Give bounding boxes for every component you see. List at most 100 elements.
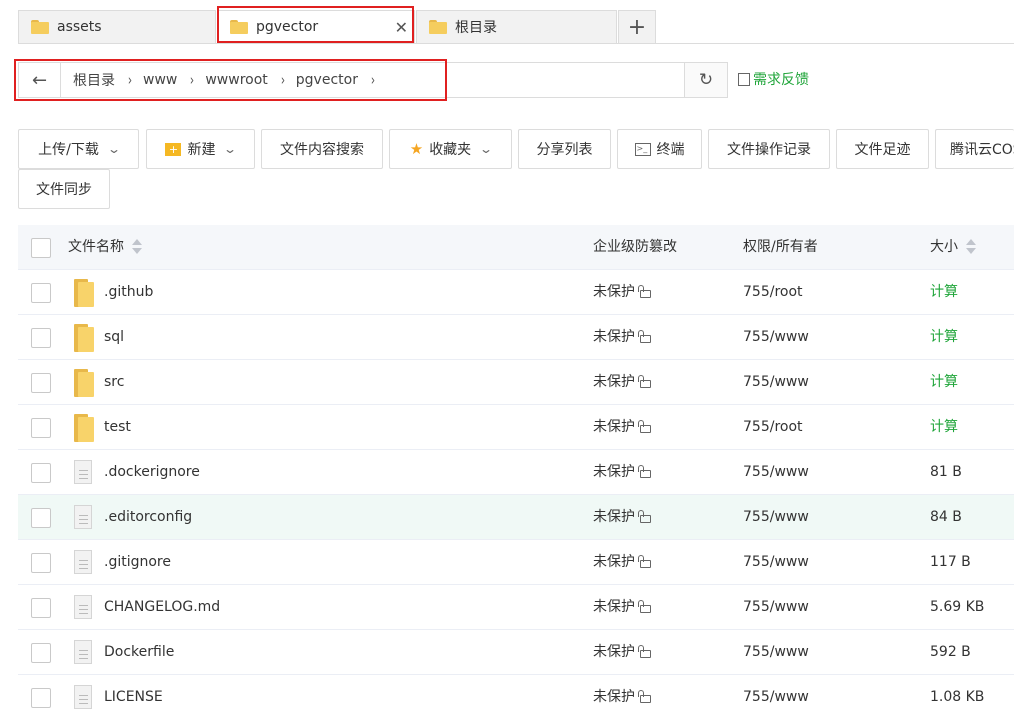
table-row[interactable]: src 未保护 755/www 计算 — [18, 360, 1014, 405]
row-checkbox[interactable] — [31, 508, 51, 528]
permission-owner[interactable]: 755/www — [743, 315, 809, 360]
file-size: 5.69 KB — [930, 599, 985, 615]
row-checkbox[interactable] — [31, 328, 51, 348]
permission-owner[interactable]: 755/root — [743, 270, 803, 315]
tamper-status[interactable]: 未保护 — [593, 450, 652, 495]
permission-owner[interactable]: 755/www — [743, 495, 809, 540]
tamper-status[interactable]: 未保护 — [593, 495, 652, 540]
file-size: 592 B — [930, 644, 971, 660]
breadcrumb-pgvector[interactable]: pgvector › — [286, 71, 376, 89]
tamper-status[interactable]: 未保护 — [593, 585, 652, 630]
row-checkbox[interactable] — [31, 283, 51, 303]
tamper-status[interactable]: 未保护 — [593, 270, 652, 315]
permission-owner[interactable]: 755/www — [743, 630, 809, 675]
permission-owner[interactable]: 755/www — [743, 585, 809, 630]
breadcrumb-www[interactable]: www › — [133, 71, 195, 89]
tab-assets[interactable]: assets — [18, 10, 216, 43]
permission-owner[interactable]: 755/www — [743, 360, 809, 405]
tamper-status[interactable]: 未保护 — [593, 630, 652, 675]
file-name[interactable]: .gitignore — [104, 540, 171, 585]
breadcrumb-root[interactable]: 根目录 › — [63, 70, 133, 90]
row-checkbox[interactable] — [31, 373, 51, 393]
refresh-button[interactable]: ↻ — [684, 62, 728, 98]
tamper-label: 未保护 — [593, 284, 635, 300]
column-header-size[interactable]: 大小 — [930, 225, 976, 270]
row-checkbox[interactable] — [31, 598, 51, 618]
file-name[interactable]: sql — [104, 315, 124, 360]
file-name[interactable]: .dockerignore — [104, 450, 200, 495]
tab-pgvector[interactable]: pgvector ✕ — [217, 10, 415, 43]
table-row[interactable]: .github 未保护 755/root 计算 — [18, 270, 1014, 315]
permission-owner[interactable]: 755/www — [743, 675, 809, 709]
file-sync-button[interactable]: 文件同步 — [18, 169, 110, 209]
tamper-label: 未保护 — [593, 689, 635, 705]
tab-root[interactable]: 根目录 — [416, 10, 617, 43]
table-header: 文件名称 企业级防篡改 权限/所有者 大小 — [18, 225, 1014, 270]
table-row[interactable]: CHANGELOG.md 未保护 755/www 5.69 KB — [18, 585, 1014, 630]
table-row[interactable]: .gitignore 未保护 755/www 117 B — [18, 540, 1014, 585]
file-icon — [74, 685, 92, 709]
row-checkbox[interactable] — [31, 418, 51, 438]
calculate-size-link[interactable]: 计算 — [930, 405, 958, 450]
chevron-down-icon: ⌄ — [223, 142, 238, 156]
tamper-status[interactable]: 未保护 — [593, 315, 652, 360]
folder-icon — [74, 279, 94, 307]
add-tab-button[interactable]: + — [618, 10, 656, 43]
feedback-label: 需求反馈 — [753, 72, 809, 88]
button-label: 文件操作记录 — [727, 142, 811, 158]
table-row[interactable]: LICENSE 未保护 755/www 1.08 KB — [18, 675, 1014, 709]
file-size: 117 B — [930, 554, 971, 570]
row-checkbox[interactable] — [31, 463, 51, 483]
tamper-status[interactable]: 未保护 — [593, 360, 652, 405]
content-search-button[interactable]: 文件内容搜索 — [261, 129, 383, 169]
file-name[interactable]: .github — [104, 270, 153, 315]
file-name[interactable]: LICENSE — [104, 675, 163, 709]
sort-icon[interactable] — [966, 238, 976, 256]
table-row[interactable]: .dockerignore 未保护 755/www 81 B — [18, 450, 1014, 495]
table-row[interactable]: Dockerfile 未保护 755/www 592 B — [18, 630, 1014, 675]
tamper-status[interactable]: 未保护 — [593, 405, 652, 450]
tamper-status[interactable]: 未保护 — [593, 675, 652, 709]
select-all-checkbox[interactable] — [31, 238, 51, 258]
file-name[interactable]: Dockerfile — [104, 630, 174, 675]
calculate-size-link[interactable]: 计算 — [930, 315, 958, 360]
back-button[interactable]: ← — [19, 63, 61, 97]
row-checkbox[interactable] — [31, 688, 51, 708]
column-header-name[interactable]: 文件名称 — [68, 225, 142, 270]
table-row[interactable]: test 未保护 755/root 计算 — [18, 405, 1014, 450]
permission-owner[interactable]: 755/root — [743, 405, 803, 450]
file-name[interactable]: src — [104, 360, 124, 405]
tamper-status[interactable]: 未保护 — [593, 540, 652, 585]
close-icon[interactable]: ✕ — [395, 18, 408, 37]
upload-download-button[interactable]: 上传/下载 ⌄ — [18, 129, 139, 169]
file-name[interactable]: CHANGELOG.md — [104, 585, 220, 630]
sort-icon[interactable] — [132, 238, 142, 256]
file-name[interactable]: test — [104, 405, 131, 450]
breadcrumb-wwwroot[interactable]: wwwroot › — [195, 71, 285, 89]
footprint-button[interactable]: 文件足迹 — [836, 129, 929, 169]
share-list-button[interactable]: 分享列表 — [518, 129, 611, 169]
unlock-icon — [638, 510, 652, 523]
tencent-cos-button[interactable]: 腾讯云COS — [935, 129, 1014, 169]
tamper-label: 未保护 — [593, 374, 635, 390]
tab-label: 根目录 — [455, 20, 497, 36]
feedback-link[interactable]: 需求反馈 — [738, 69, 809, 89]
table-row[interactable]: .editorconfig 未保护 755/www 84 B — [18, 495, 1014, 540]
button-label: 新建 — [187, 142, 216, 158]
row-checkbox[interactable] — [31, 643, 51, 663]
unlock-icon — [638, 645, 652, 658]
terminal-button[interactable]: >_ 终端 — [617, 129, 702, 169]
favorites-button[interactable]: ★ 收藏夹 ⌄ — [389, 129, 512, 169]
file-name[interactable]: .editorconfig — [104, 495, 192, 540]
table-row[interactable]: sql 未保护 755/www 计算 — [18, 315, 1014, 360]
tab-label: pgvector — [256, 19, 319, 35]
calculate-size-link[interactable]: 计算 — [930, 360, 958, 405]
operation-log-button[interactable]: 文件操作记录 — [708, 129, 830, 169]
row-checkbox[interactable] — [31, 553, 51, 573]
breadcrumb-label: 根目录 — [73, 73, 115, 89]
permission-owner[interactable]: 755/www — [743, 450, 809, 495]
permission-owner[interactable]: 755/www — [743, 540, 809, 585]
path-bar[interactable]: ← 根目录 › www › wwwroot › pgvector › — [18, 62, 728, 98]
new-button[interactable]: + 新建 ⌄ — [146, 129, 255, 169]
calculate-size-link[interactable]: 计算 — [930, 270, 958, 315]
